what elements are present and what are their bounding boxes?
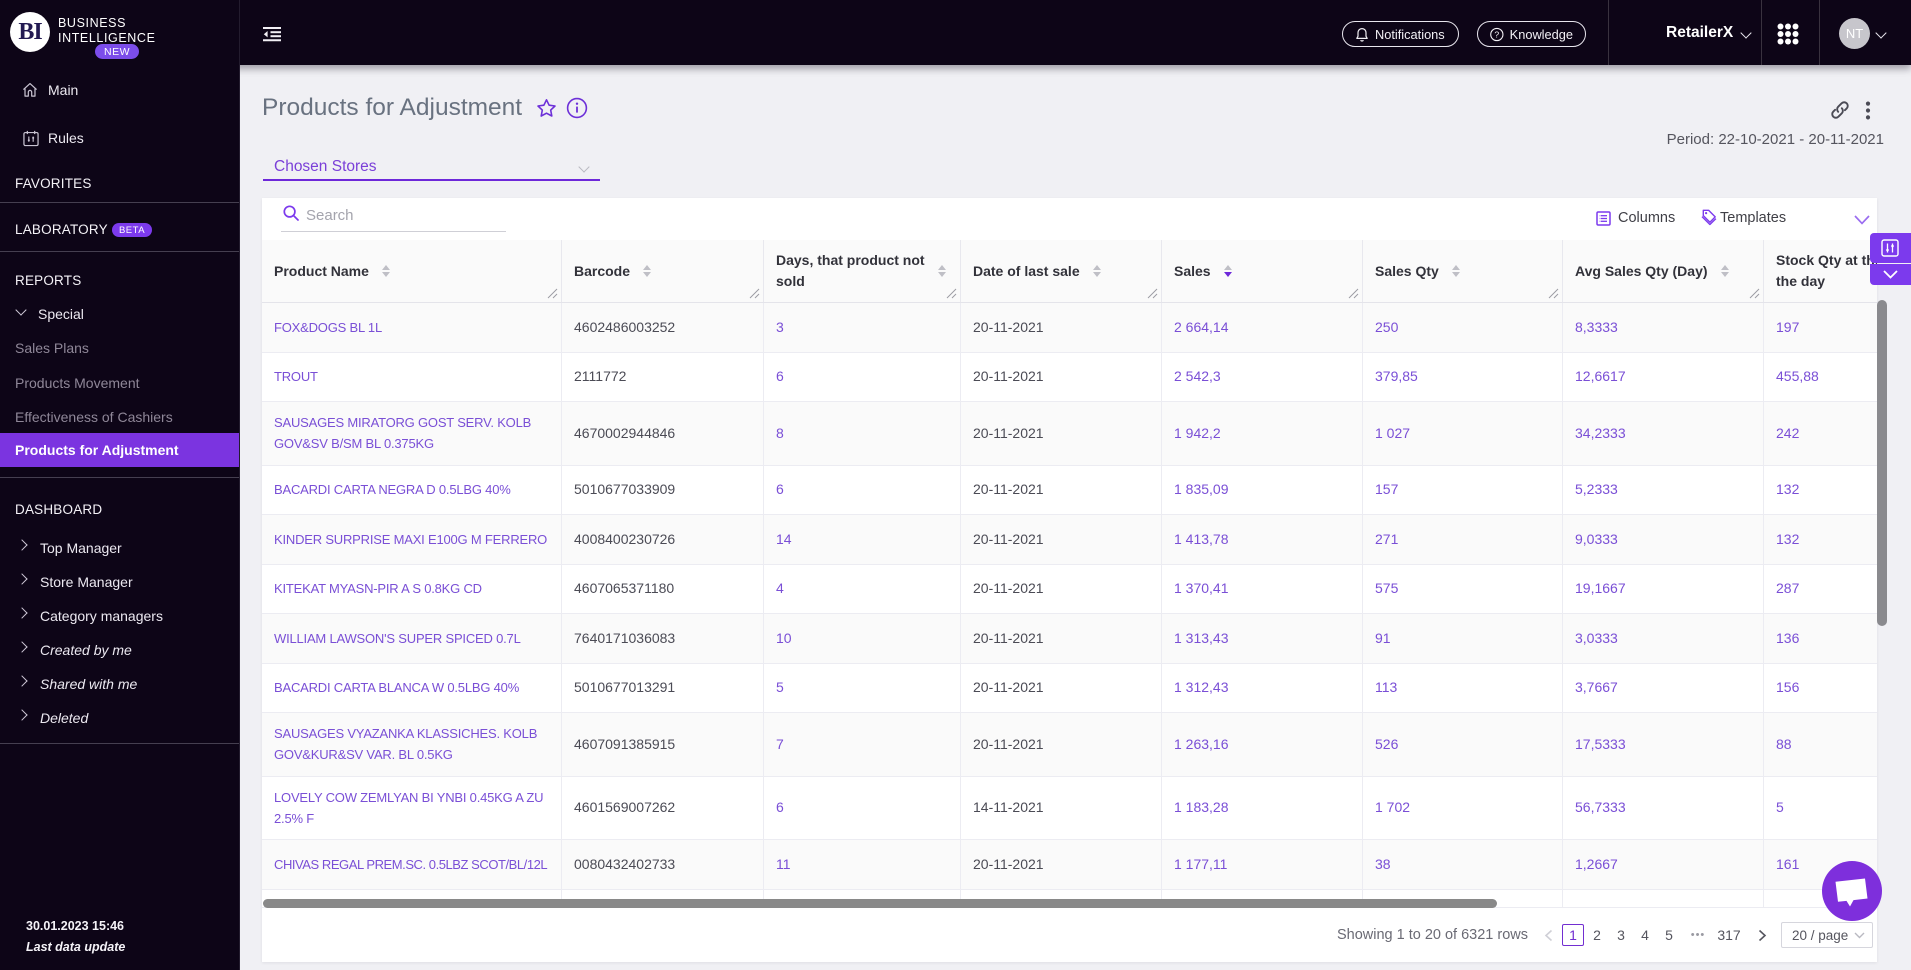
svg-text:?: ?: [1494, 29, 1499, 39]
